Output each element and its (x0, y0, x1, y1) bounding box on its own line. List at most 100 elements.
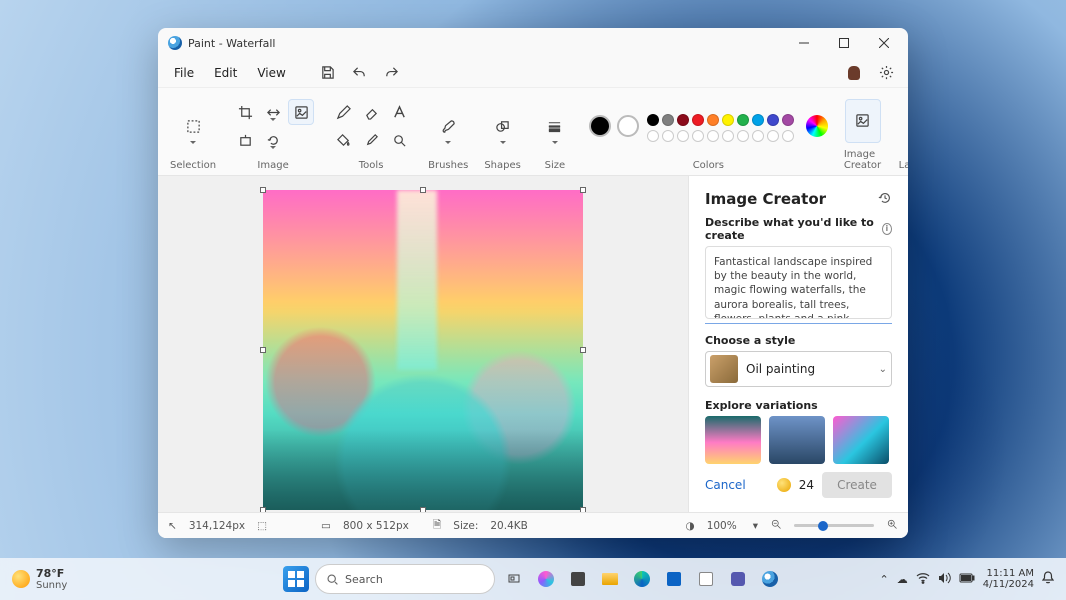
tray-chevron-icon[interactable]: ⌃ (880, 573, 889, 586)
resize-handle[interactable] (260, 347, 266, 353)
crop-tool[interactable] (232, 99, 258, 125)
zoom-in-button[interactable] (886, 518, 898, 533)
menu-view[interactable]: View (249, 62, 293, 84)
color-picker-tool[interactable] (358, 127, 384, 153)
settings-button[interactable] (872, 60, 900, 86)
select-tool[interactable] (175, 104, 211, 148)
ribbon: Selection (158, 88, 908, 176)
edge-icon[interactable] (629, 566, 655, 592)
variation-thumbnail[interactable] (769, 416, 825, 464)
title-bar[interactable]: Paint - Waterfall (158, 28, 908, 58)
cancel-button[interactable]: Cancel (705, 478, 746, 492)
color-swatch[interactable] (647, 114, 659, 126)
color-swatch-empty[interactable] (647, 130, 659, 142)
brush-tool[interactable] (430, 104, 466, 148)
store-icon[interactable] (661, 566, 687, 592)
fill-tool[interactable] (330, 127, 356, 153)
variation-thumbnail[interactable] (705, 416, 761, 464)
selection-icon: ⬚ (257, 520, 267, 532)
text-tool[interactable] (386, 99, 412, 125)
start-button[interactable] (283, 566, 309, 592)
undo-button[interactable] (346, 60, 374, 86)
wifi-icon[interactable] (916, 572, 930, 587)
color-swatch-empty[interactable] (767, 130, 779, 142)
taskbar-search[interactable]: Search (315, 564, 495, 594)
resize-handle[interactable] (580, 187, 586, 193)
color-swatch[interactable] (707, 114, 719, 126)
color-swatch[interactable] (677, 114, 689, 126)
menu-file[interactable]: File (166, 62, 202, 84)
variation-thumbnail[interactable] (833, 416, 889, 464)
color-swatch-empty[interactable] (707, 130, 719, 142)
rotate-tool[interactable] (260, 127, 286, 153)
task-view-icon[interactable] (501, 566, 527, 592)
maximize-button[interactable] (824, 28, 864, 58)
color-swatch-empty[interactable] (692, 130, 704, 142)
canvas-dims-icon: ▭ (321, 520, 331, 532)
canvas[interactable] (263, 190, 583, 510)
color-2[interactable] (617, 115, 639, 137)
create-button[interactable]: Create (822, 472, 892, 498)
color-swatch-empty[interactable] (752, 130, 764, 142)
ai-image-tool[interactable] (288, 99, 314, 125)
color-swatch-empty[interactable] (677, 130, 689, 142)
magnifier-tool[interactable] (386, 127, 412, 153)
menu-bar: File Edit View (158, 58, 908, 88)
zoom-out-button[interactable] (770, 518, 782, 533)
system-tray[interactable]: ⌃ ☁ 11:11 AM 4/11/2024 (880, 568, 1055, 590)
redo-button[interactable] (378, 60, 406, 86)
explorer-icon[interactable] (597, 566, 623, 592)
rotate-left-tool[interactable] (232, 127, 258, 153)
teams-icon[interactable] (725, 566, 751, 592)
canvas-area[interactable] (158, 176, 688, 512)
mic-icon[interactable] (840, 60, 868, 86)
color-swatch-empty[interactable] (722, 130, 734, 142)
resize-handle[interactable] (420, 507, 426, 512)
autosave-icon[interactable]: ◑ (686, 520, 695, 532)
battery-icon[interactable] (959, 573, 975, 586)
color-swatch-empty[interactable] (737, 130, 749, 142)
color-swatch[interactable] (782, 114, 794, 126)
eraser-tool[interactable] (358, 99, 384, 125)
taskbar-app-icon[interactable] (565, 566, 591, 592)
color-swatch[interactable] (737, 114, 749, 126)
resize-handle[interactable] (580, 507, 586, 512)
group-image-creator: Image Creator (838, 92, 887, 175)
color-swatch-empty[interactable] (782, 130, 794, 142)
history-icon[interactable] (878, 191, 892, 208)
weather-widget[interactable]: 78°F Sunny (12, 567, 67, 591)
color-swatch-empty[interactable] (662, 130, 674, 142)
info-icon[interactable]: i (882, 223, 892, 235)
close-button[interactable] (864, 28, 904, 58)
edit-colors-button[interactable] (806, 115, 828, 137)
menu-edit[interactable]: Edit (206, 62, 245, 84)
shapes-tool[interactable] (485, 104, 521, 148)
prompt-input[interactable]: Fantastical landscape inspired by the be… (705, 246, 892, 319)
color-swatch[interactable] (752, 114, 764, 126)
layers-button[interactable] (897, 104, 908, 148)
taskbar[interactable]: 78°F Sunny Search ⌃ ☁ (0, 558, 1066, 600)
taskbar-app-icon[interactable] (693, 566, 719, 592)
save-button[interactable] (314, 60, 342, 86)
image-creator-button[interactable] (845, 99, 881, 143)
color-1[interactable] (589, 115, 611, 137)
color-swatch[interactable] (662, 114, 674, 126)
resize-handle[interactable] (260, 507, 266, 512)
paint-taskbar-icon[interactable] (757, 566, 783, 592)
style-select[interactable]: Oil painting ⌄ (705, 351, 892, 387)
color-swatch[interactable] (722, 114, 734, 126)
color-swatch[interactable] (767, 114, 779, 126)
onedrive-icon[interactable]: ☁ (897, 573, 908, 586)
volume-icon[interactable] (938, 572, 951, 587)
resize-tool[interactable] (260, 99, 286, 125)
notifications-icon[interactable] (1042, 571, 1054, 587)
zoom-slider[interactable] (794, 524, 874, 527)
pencil-tool[interactable] (330, 99, 356, 125)
resize-handle[interactable] (580, 347, 586, 353)
size-tool[interactable] (537, 104, 573, 148)
copilot-icon[interactable] (533, 566, 559, 592)
minimize-button[interactable] (784, 28, 824, 58)
color-swatch[interactable] (692, 114, 704, 126)
resize-handle[interactable] (420, 187, 426, 193)
resize-handle[interactable] (260, 187, 266, 193)
